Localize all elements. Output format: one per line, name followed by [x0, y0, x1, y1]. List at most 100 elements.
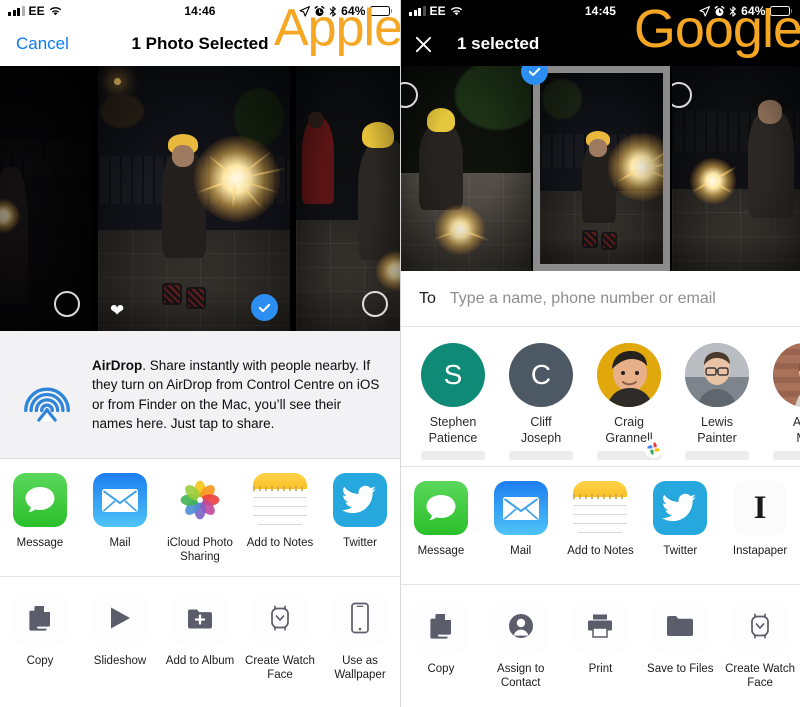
action-create-watch-face[interactable]: Create Watch Face	[720, 599, 800, 692]
bluetooth-icon	[329, 5, 337, 17]
carrier-label: EE	[28, 4, 45, 18]
folder-icon	[653, 599, 708, 653]
app-label: Instapaper	[732, 545, 788, 557]
signal-bars-icon	[8, 6, 25, 16]
iphone-icon	[333, 591, 387, 645]
contact-craig-grannell[interactable]: Craig Grannell	[597, 343, 663, 461]
selected-check-icon[interactable]	[251, 294, 278, 321]
message-icon	[13, 473, 67, 527]
recipient-field[interactable]: To Type a name, phone number or email	[401, 271, 800, 327]
action-slideshow[interactable]: Slideshow	[80, 591, 160, 684]
action-save-to-files[interactable]: Save to Files	[640, 599, 720, 692]
action-print[interactable]: Print	[561, 599, 641, 692]
action-label: Add to Album	[165, 655, 235, 667]
share-target-add-to-notes[interactable]: Add to Notes	[561, 481, 641, 574]
photo-thumb-left[interactable]	[0, 66, 92, 331]
contact-stephen-patience[interactable]: S Stephen Patience	[421, 343, 485, 461]
action-add-to-album[interactable]: Add to Album	[160, 591, 240, 684]
action-copy[interactable]: Copy	[0, 591, 80, 684]
avatar: S	[421, 343, 485, 407]
airdrop-section[interactable]: AirDrop. Share instantly with people nea…	[0, 331, 400, 459]
battery-percent-label: 64%	[341, 4, 366, 18]
action-assign-to-contact[interactable]: Assign to Contact	[481, 599, 561, 692]
avatar-initial: C	[530, 359, 552, 390]
photo-thumb-right[interactable]	[296, 66, 400, 331]
app-label: Mail	[510, 545, 532, 557]
airdrop-icon	[18, 366, 76, 424]
avatar	[597, 343, 661, 407]
share-target-add-to-notes[interactable]: Add to Notes	[240, 473, 320, 566]
google-photos-icon	[644, 439, 663, 459]
app-label: iCloud Photo Sharing	[167, 537, 233, 564]
share-target-mail[interactable]: Mail	[80, 473, 160, 566]
instapaper-icon: I	[733, 481, 788, 535]
contact-lewis-painter[interactable]: Lewis Painter	[685, 343, 749, 461]
app-label: Twitter	[343, 537, 377, 549]
recipient-input[interactable]: Type a name, phone number or email	[450, 290, 782, 308]
action-create-watch-face[interactable]: Create Watch Face	[240, 591, 320, 684]
avatar-initial: S	[443, 359, 463, 390]
nav-bar: Cancel 1 Photo Selected	[0, 22, 400, 66]
wifi-icon	[49, 6, 62, 16]
action-copy[interactable]: Copy	[401, 599, 481, 692]
action-label: Use as Wallpaper	[334, 655, 386, 682]
battery-icon	[369, 6, 392, 16]
print-icon	[573, 599, 628, 653]
location-arrow-icon	[299, 5, 311, 17]
avatar-photo	[685, 343, 749, 407]
ios-share-sheet-screen: EE 14:46 64% Cancel 1 Photo Selected App…	[0, 0, 400, 707]
close-button[interactable]	[401, 35, 445, 54]
airdrop-description: AirDrop. Share instantly with people nea…	[92, 356, 382, 433]
contact-name: AshlMa	[773, 415, 800, 446]
action-label: Assign to Contact	[497, 663, 545, 690]
action-label: Copy	[427, 663, 455, 675]
cancel-button[interactable]: Cancel	[0, 34, 69, 54]
contact-cliff-joseph[interactable]: C Cliff Joseph	[509, 343, 573, 461]
watch-icon	[253, 591, 307, 645]
notes-icon	[573, 481, 628, 535]
copy-icon	[13, 591, 67, 645]
status-bar-right: 64%	[699, 4, 792, 18]
notes-icon	[253, 473, 307, 527]
contact-suggestions: S Stephen Patience C Cliff Joseph Craig …	[401, 327, 800, 467]
action-use-as-wallpaper[interactable]: Use as Wallpaper	[320, 591, 400, 684]
page-title: 1 selected	[457, 34, 540, 53]
mail-icon	[493, 481, 548, 535]
share-target-icloud-photo-sharing[interactable]: iCloud Photo Sharing	[160, 473, 240, 566]
assign-contact-icon	[493, 599, 548, 653]
status-bar-left: EE	[409, 4, 463, 18]
photos-icon	[173, 473, 227, 527]
action-label: Save to Files	[647, 663, 714, 675]
app-label: Mail	[109, 537, 131, 549]
photo-strip[interactable]	[401, 66, 800, 271]
status-bar-left: EE	[8, 4, 62, 18]
photo-thumb-left[interactable]	[401, 66, 531, 271]
share-target-twitter[interactable]: Twitter	[320, 473, 400, 566]
play-icon	[93, 591, 147, 645]
app-label: Add to Notes	[567, 545, 634, 557]
airdrop-title: AirDrop	[92, 358, 143, 374]
selection-circle[interactable]	[362, 291, 388, 317]
share-target-message[interactable]: Message	[0, 473, 80, 566]
contact-name: Stephen Patience	[428, 415, 478, 445]
bluetooth-icon	[729, 5, 737, 17]
message-icon	[413, 481, 468, 535]
photo-thumb-center[interactable]	[521, 66, 670, 271]
photo-thumb-right[interactable]	[672, 66, 800, 271]
avatar	[685, 343, 749, 407]
photo-strip[interactable]: ❤	[0, 66, 400, 331]
copy-icon	[413, 599, 468, 653]
share-target-mail[interactable]: Mail	[481, 481, 561, 574]
alarm-clock-icon	[314, 5, 325, 17]
action-label: Slideshow	[93, 655, 147, 667]
contact-detail-placeholder	[509, 451, 573, 461]
contact-ashley-ma[interactable]: AshlMa	[773, 343, 800, 461]
twitter-icon	[653, 481, 708, 535]
share-target-message[interactable]: Message	[401, 481, 481, 574]
share-target-twitter[interactable]: Twitter	[640, 481, 720, 574]
selection-circle[interactable]	[54, 291, 80, 317]
share-target-instapaper[interactable]: I Instapaper	[720, 481, 800, 574]
carrier-label: EE	[429, 4, 446, 18]
photo-thumb-center[interactable]: ❤	[98, 66, 290, 331]
battery-icon	[769, 6, 792, 16]
